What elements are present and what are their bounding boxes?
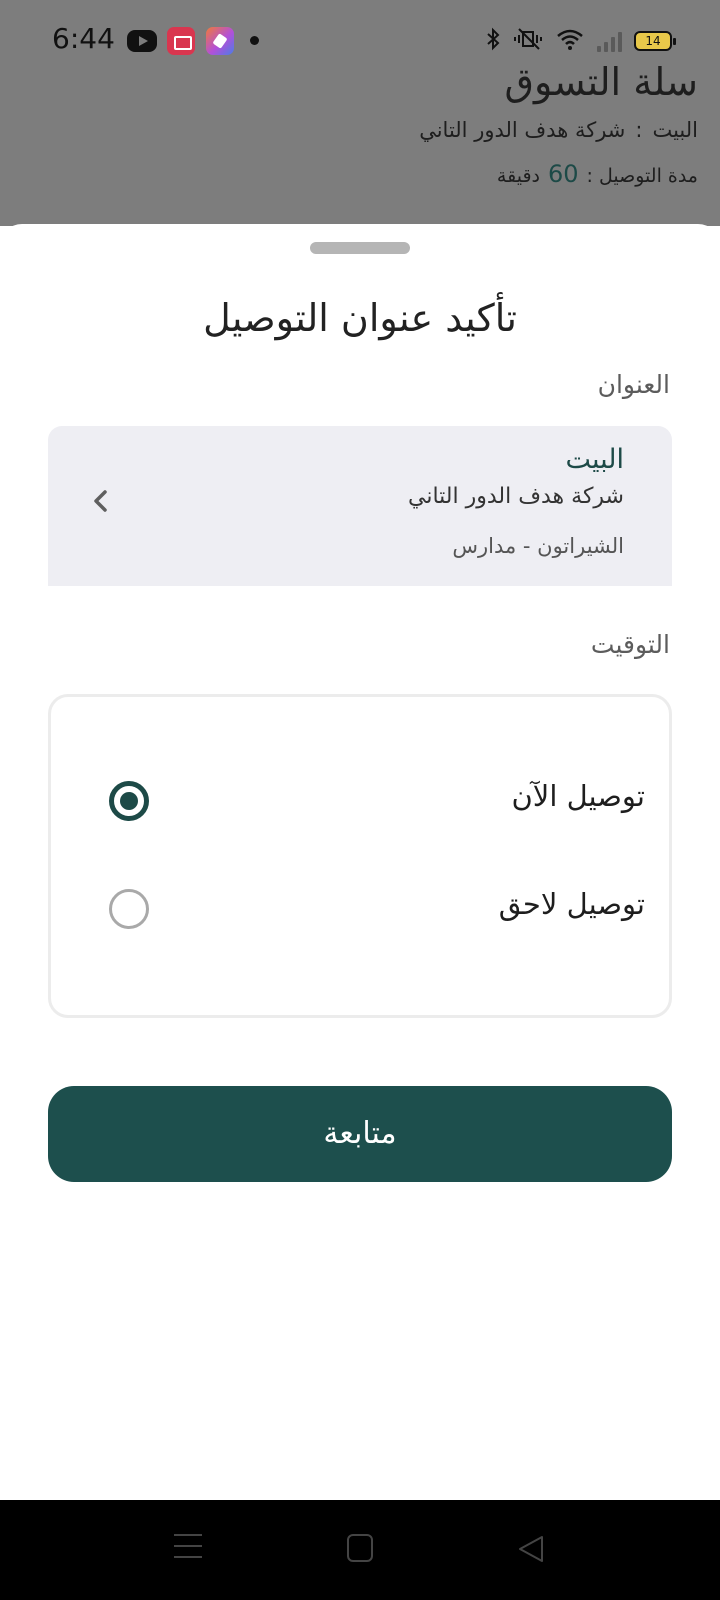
option-deliver-now[interactable]: توصيل الآن xyxy=(51,771,669,831)
navigation-bar xyxy=(0,1500,720,1600)
bluetooth-icon xyxy=(485,27,501,56)
cart-address-name: البيت xyxy=(652,118,698,142)
cart-title: سلة التسوق xyxy=(504,60,699,104)
wifi-icon xyxy=(555,27,585,56)
continue-button[interactable]: متابعة xyxy=(48,1086,672,1182)
option-deliver-later-label: توصيل لاحق xyxy=(498,887,645,921)
address-card[interactable]: البيت شركة هدف الدور التاني الشيراتون - … xyxy=(48,426,672,586)
address-name: البيت xyxy=(565,444,624,475)
editor-app-icon xyxy=(206,27,234,55)
signal-icon xyxy=(597,30,622,52)
radio-unselected-icon[interactable] xyxy=(109,889,149,929)
chevron-left-icon[interactable] xyxy=(90,490,112,512)
option-deliver-later[interactable]: توصيل لاحق xyxy=(51,879,669,939)
confirm-address-sheet: تأكيد عنوان التوصيل العنوان البيت شركة ه… xyxy=(0,224,720,1500)
timing-options-card: توصيل الآن توصيل لاحق xyxy=(48,694,672,1018)
delivery-time-value: 60 xyxy=(547,160,579,188)
cart-address: البيت: شركة هدف الدور التاني xyxy=(419,118,698,142)
cart-address-detail: شركة هدف الدور التاني xyxy=(419,118,626,142)
status-indicators: 14 xyxy=(485,26,676,56)
status-time: 6:44 xyxy=(52,22,115,55)
sheet-drag-handle[interactable] xyxy=(310,242,410,254)
youtube-icon xyxy=(127,30,157,52)
delivery-time-unit: دقيقة xyxy=(496,165,540,187)
timing-section-label: التوقيت xyxy=(590,630,670,659)
recent-apps-icon[interactable] xyxy=(174,1534,202,1562)
screen-recorder-icon xyxy=(167,27,195,55)
vibrate-icon xyxy=(513,27,543,56)
back-icon[interactable] xyxy=(517,1534,545,1564)
notification-dot-icon xyxy=(250,36,259,45)
battery-icon: 14 xyxy=(634,31,676,51)
home-icon[interactable] xyxy=(347,1534,373,1562)
address-section-label: العنوان xyxy=(597,370,670,399)
option-deliver-now-label: توصيل الآن xyxy=(511,779,645,813)
delivery-time-label: مدة التوصيل : xyxy=(586,165,698,187)
radio-selected-icon[interactable] xyxy=(109,781,149,821)
address-line: شركة هدف الدور التاني xyxy=(407,484,624,509)
sheet-title: تأكيد عنوان التوصيل xyxy=(203,296,517,340)
cart-address-separator: : xyxy=(635,118,643,142)
delivery-time: مدة التوصيل : 60 دقيقة xyxy=(497,160,698,188)
address-area: الشيراتون - مدارس xyxy=(452,534,624,558)
dimmed-background: 6:44 14 سلة التسوق البيت:شركة هدف الدور … xyxy=(0,0,720,226)
